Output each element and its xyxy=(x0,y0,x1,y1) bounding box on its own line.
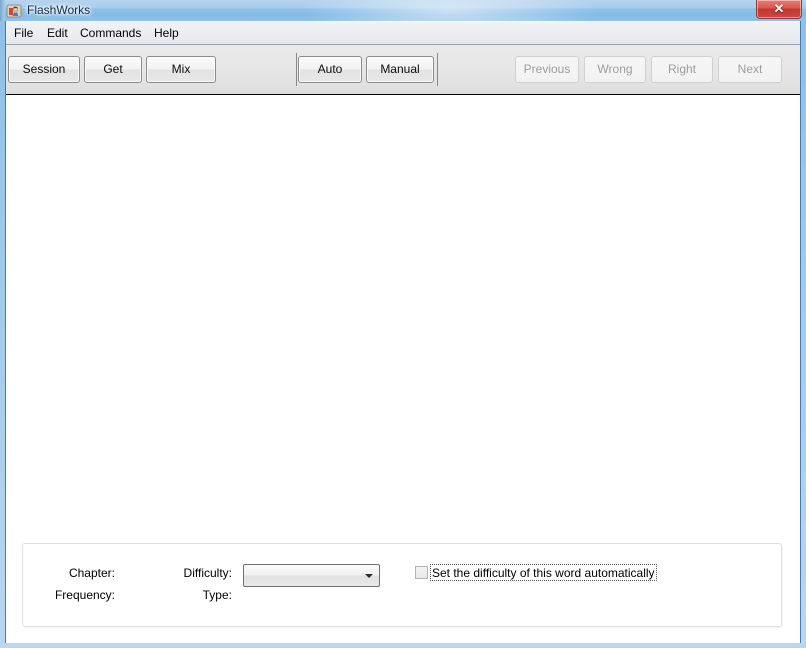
toolbar-separator-2 xyxy=(437,53,438,86)
word-info-panel xyxy=(22,543,782,627)
title-bar: FlashWorks ✕ xyxy=(0,0,806,21)
menu-item-help[interactable]: Help xyxy=(148,25,185,42)
session-button[interactable]: Session xyxy=(8,56,80,83)
auto-difficulty-label[interactable]: Set the difficulty of this word automati… xyxy=(430,564,657,581)
app-icon xyxy=(6,4,22,18)
application-window: FlashWorks ✕ File Edit Commands Help Sessio… xyxy=(0,0,806,648)
previous-button: Previous xyxy=(515,56,579,83)
chevron-down-icon xyxy=(365,574,373,578)
menu-item-commands[interactable]: Commands xyxy=(74,25,147,42)
frequency-label: Frequency: xyxy=(54,588,115,602)
title-bar-glow xyxy=(300,0,600,21)
close-icon: ✕ xyxy=(773,1,785,16)
auto-button[interactable]: Auto xyxy=(298,56,362,83)
difficulty-select[interactable] xyxy=(243,564,380,587)
close-button[interactable]: ✕ xyxy=(756,0,802,19)
mix-button[interactable]: Mix xyxy=(146,56,216,83)
menu-bar: File Edit Commands Help xyxy=(6,22,800,45)
right-button: Right xyxy=(651,56,713,83)
get-button[interactable]: Get xyxy=(84,56,142,83)
menu-item-edit[interactable]: Edit xyxy=(41,25,74,42)
toolbar-separator-1 xyxy=(296,53,297,86)
type-label: Type: xyxy=(202,588,232,602)
wrong-button: Wrong xyxy=(584,56,646,83)
auto-difficulty-checkbox[interactable] xyxy=(415,566,428,579)
toolbar: Session Get Mix Auto Manual Previous Wrong Righ… xyxy=(6,45,800,95)
chapter-label: Chapter: xyxy=(68,566,115,580)
menu-item-file[interactable]: File xyxy=(8,25,39,42)
window-title: FlashWorks xyxy=(27,3,91,17)
next-button: Next xyxy=(718,56,782,83)
title-bar-left-edge xyxy=(0,0,5,21)
difficulty-label: Difficulty: xyxy=(183,566,232,580)
manual-button[interactable]: Manual xyxy=(366,56,434,83)
